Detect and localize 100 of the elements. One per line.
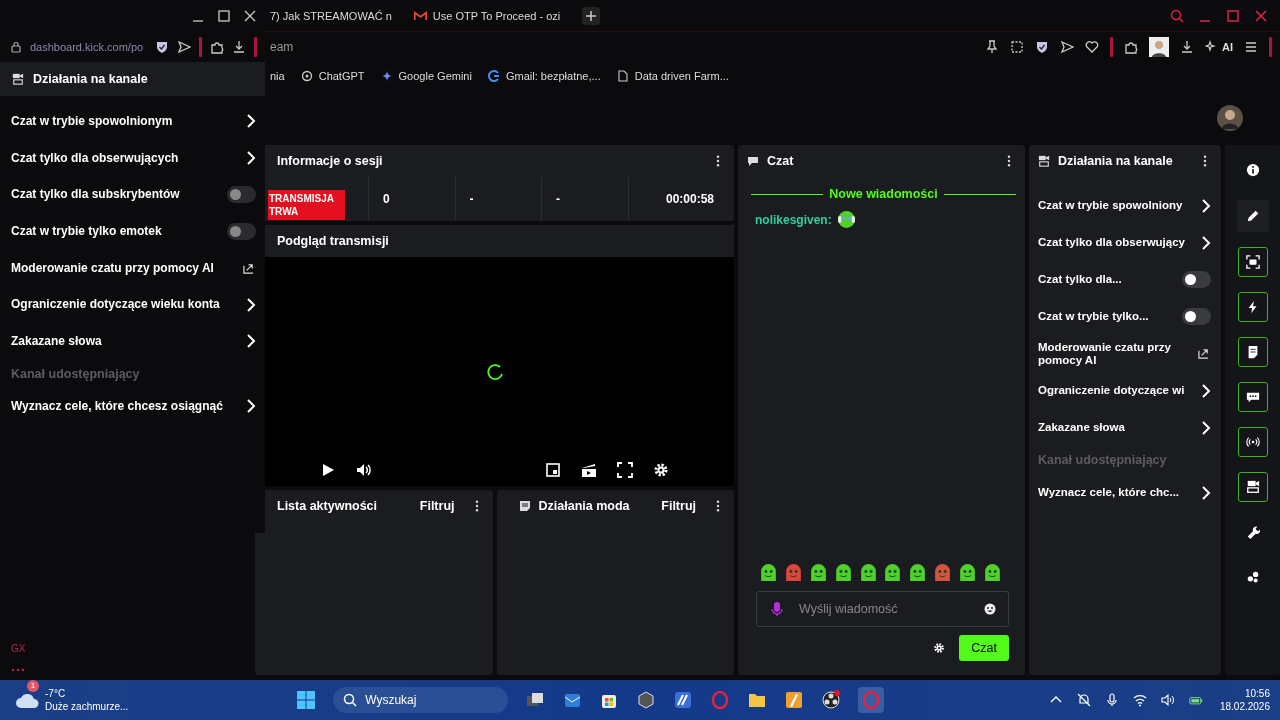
microphone-icon[interactable] xyxy=(1104,693,1119,707)
menu-item[interactable]: Czat w trybie spowolnionym xyxy=(11,114,173,128)
puzzle-icon[interactable] xyxy=(1124,40,1138,54)
theater-icon[interactable] xyxy=(581,462,597,478)
ai-button[interactable]: AI xyxy=(1222,41,1233,53)
filter-button[interactable]: Filtruj xyxy=(419,499,455,513)
menu-item[interactable]: Czat tylko dla obserwujących xyxy=(11,151,179,165)
toggle-switch[interactable] xyxy=(227,222,256,240)
menu-item[interactable]: Czat w trybie spowolniony xyxy=(1038,199,1183,212)
bookmark[interactable]: Google Gemini xyxy=(380,70,472,82)
menu-item[interactable]: Czat w trybie tylko... xyxy=(1038,310,1149,323)
shield-icon[interactable] xyxy=(155,40,169,54)
user-avatar[interactable] xyxy=(1217,104,1243,131)
menu-item[interactable]: Wyznacz cele, które chcesz osiągnąć xyxy=(11,399,223,413)
pencil-icon[interactable] xyxy=(1236,200,1269,232)
close-icon[interactable] xyxy=(243,9,257,23)
wifi-icon[interactable] xyxy=(1132,693,1147,707)
microphone-icon[interactable] xyxy=(769,601,785,617)
message-box[interactable]: Wyślij wiadomość xyxy=(756,591,1009,627)
menu-item[interactable]: Zakazane słowa xyxy=(1038,421,1125,434)
download-icon[interactable] xyxy=(232,40,246,54)
search-icon[interactable] xyxy=(1170,8,1184,23)
windows-icon[interactable] xyxy=(296,690,317,710)
menu-item[interactable]: Czat tylko dla obserwujący xyxy=(1038,236,1185,249)
muted-bell-icon[interactable] xyxy=(1076,693,1091,707)
clock-date[interactable]: 18.02.2026 xyxy=(1219,701,1270,712)
kebab-icon[interactable] xyxy=(1203,155,1207,167)
menu-item[interactable]: Moderowanie czatu przy pomocy AI xyxy=(1038,340,1188,367)
address-text[interactable]: eam xyxy=(270,40,294,54)
menu-item[interactable]: Czat tylko dla subskrybentów xyxy=(11,188,180,202)
camera-icon[interactable] xyxy=(1237,472,1268,502)
send-icon[interactable] xyxy=(177,40,191,54)
kebab-icon[interactable] xyxy=(716,155,720,167)
toggle-switch[interactable] xyxy=(227,186,256,204)
kebab-icon[interactable] xyxy=(1007,155,1011,167)
emote-icon[interactable] xyxy=(758,562,779,583)
note-icon[interactable] xyxy=(1237,337,1268,367)
hexagon-icon[interactable] xyxy=(636,690,657,710)
bookmark[interactable]: Data driven Farm... xyxy=(616,70,729,82)
puzzle-icon[interactable] xyxy=(210,40,224,54)
screen-capture-icon[interactable] xyxy=(1237,247,1268,277)
chevron-right-icon[interactable] xyxy=(246,114,256,129)
new-tab-icon[interactable] xyxy=(582,6,601,25)
menu-item[interactable]: Ograniczenie dotyczące wieku konta xyxy=(11,298,220,312)
external-link-icon[interactable] xyxy=(1198,348,1209,359)
toggle-switch[interactable] xyxy=(1182,308,1211,325)
lightning-icon[interactable] xyxy=(1237,292,1268,322)
chevron-right-icon[interactable] xyxy=(1201,383,1211,398)
broadcast-icon[interactable] xyxy=(1237,427,1268,457)
emote-icon[interactable] xyxy=(957,562,978,583)
filter-button[interactable]: Filtruj xyxy=(661,499,696,513)
chevron-right-icon[interactable] xyxy=(246,334,256,349)
menu-item[interactable]: Moderowanie czatu przy pomocy AI xyxy=(11,261,214,275)
maximize-icon[interactable] xyxy=(1226,8,1240,23)
chat-icon[interactable] xyxy=(1237,382,1268,412)
browser-tab[interactable]: 7) Jak STREAMOWAĆ n xyxy=(270,9,400,22)
play-icon[interactable] xyxy=(320,462,336,478)
menu-item[interactable]: Czat tylko dla... xyxy=(1038,273,1122,286)
message-input[interactable]: Wyślij wiadomość xyxy=(797,601,972,617)
chevron-right-icon[interactable] xyxy=(1201,235,1211,250)
send-button[interactable]: Czat xyxy=(959,635,1009,661)
menu-item[interactable]: Ograniczenie dotyczące wi xyxy=(1038,384,1185,397)
chevron-right-icon[interactable] xyxy=(246,151,256,166)
chat-username[interactable]: nolikesgiven: xyxy=(755,212,832,227)
shield-icon[interactable] xyxy=(1035,40,1049,54)
chevron-right-icon[interactable] xyxy=(1201,485,1211,500)
send-icon[interactable] xyxy=(1060,40,1074,54)
chevron-right-icon[interactable] xyxy=(1201,198,1211,213)
menu-item[interactable]: Zakazane słowa xyxy=(11,334,102,348)
snapshot-icon[interactable] xyxy=(1010,40,1024,54)
chevron-right-icon[interactable] xyxy=(246,297,256,312)
chevron-right-icon[interactable] xyxy=(246,399,256,414)
download-icon[interactable] xyxy=(1180,40,1194,54)
clock-time[interactable]: 10:56 xyxy=(1244,688,1270,699)
bookmark[interactable]: Gmail: bezpłatne,... xyxy=(487,70,601,82)
kebab-icon[interactable] xyxy=(474,500,479,512)
toggle-switch[interactable] xyxy=(1182,271,1211,288)
menu-item[interactable]: Wyznacz cele, które chc... xyxy=(1038,486,1180,499)
bookmark[interactable]: ChatGPT xyxy=(300,70,365,82)
chevron-right-icon[interactable] xyxy=(1201,420,1211,435)
menu-item[interactable]: Czat w trybie tylko emotek xyxy=(11,224,162,238)
external-link-icon[interactable] xyxy=(243,262,254,274)
profile-avatar[interactable] xyxy=(1149,37,1169,57)
address-bar[interactable]: dashboard.kick.com/po xyxy=(30,41,147,53)
heart-icon[interactable] xyxy=(1085,40,1099,54)
panel-title: Działania na kanale xyxy=(1058,154,1173,168)
more-icon[interactable] xyxy=(11,668,25,672)
pin-icon[interactable] xyxy=(985,40,999,54)
bookmark[interactable]: nia xyxy=(270,70,285,82)
volume-icon[interactable] xyxy=(356,462,372,478)
kebab-icon[interactable] xyxy=(716,500,720,512)
browser-tab[interactable]: Use OTP To Proceed - ozi xyxy=(413,9,569,22)
app-icon[interactable] xyxy=(784,690,805,710)
app-icon[interactable] xyxy=(673,690,694,710)
maximize-icon[interactable] xyxy=(217,9,231,23)
fullscreen-icon[interactable] xyxy=(617,462,633,478)
emoji-icon[interactable] xyxy=(984,603,996,615)
speaker-icon[interactable] xyxy=(1160,693,1175,707)
picture-in-picture-icon[interactable] xyxy=(545,462,561,478)
search-field[interactable]: Wyszukaj xyxy=(333,687,509,713)
